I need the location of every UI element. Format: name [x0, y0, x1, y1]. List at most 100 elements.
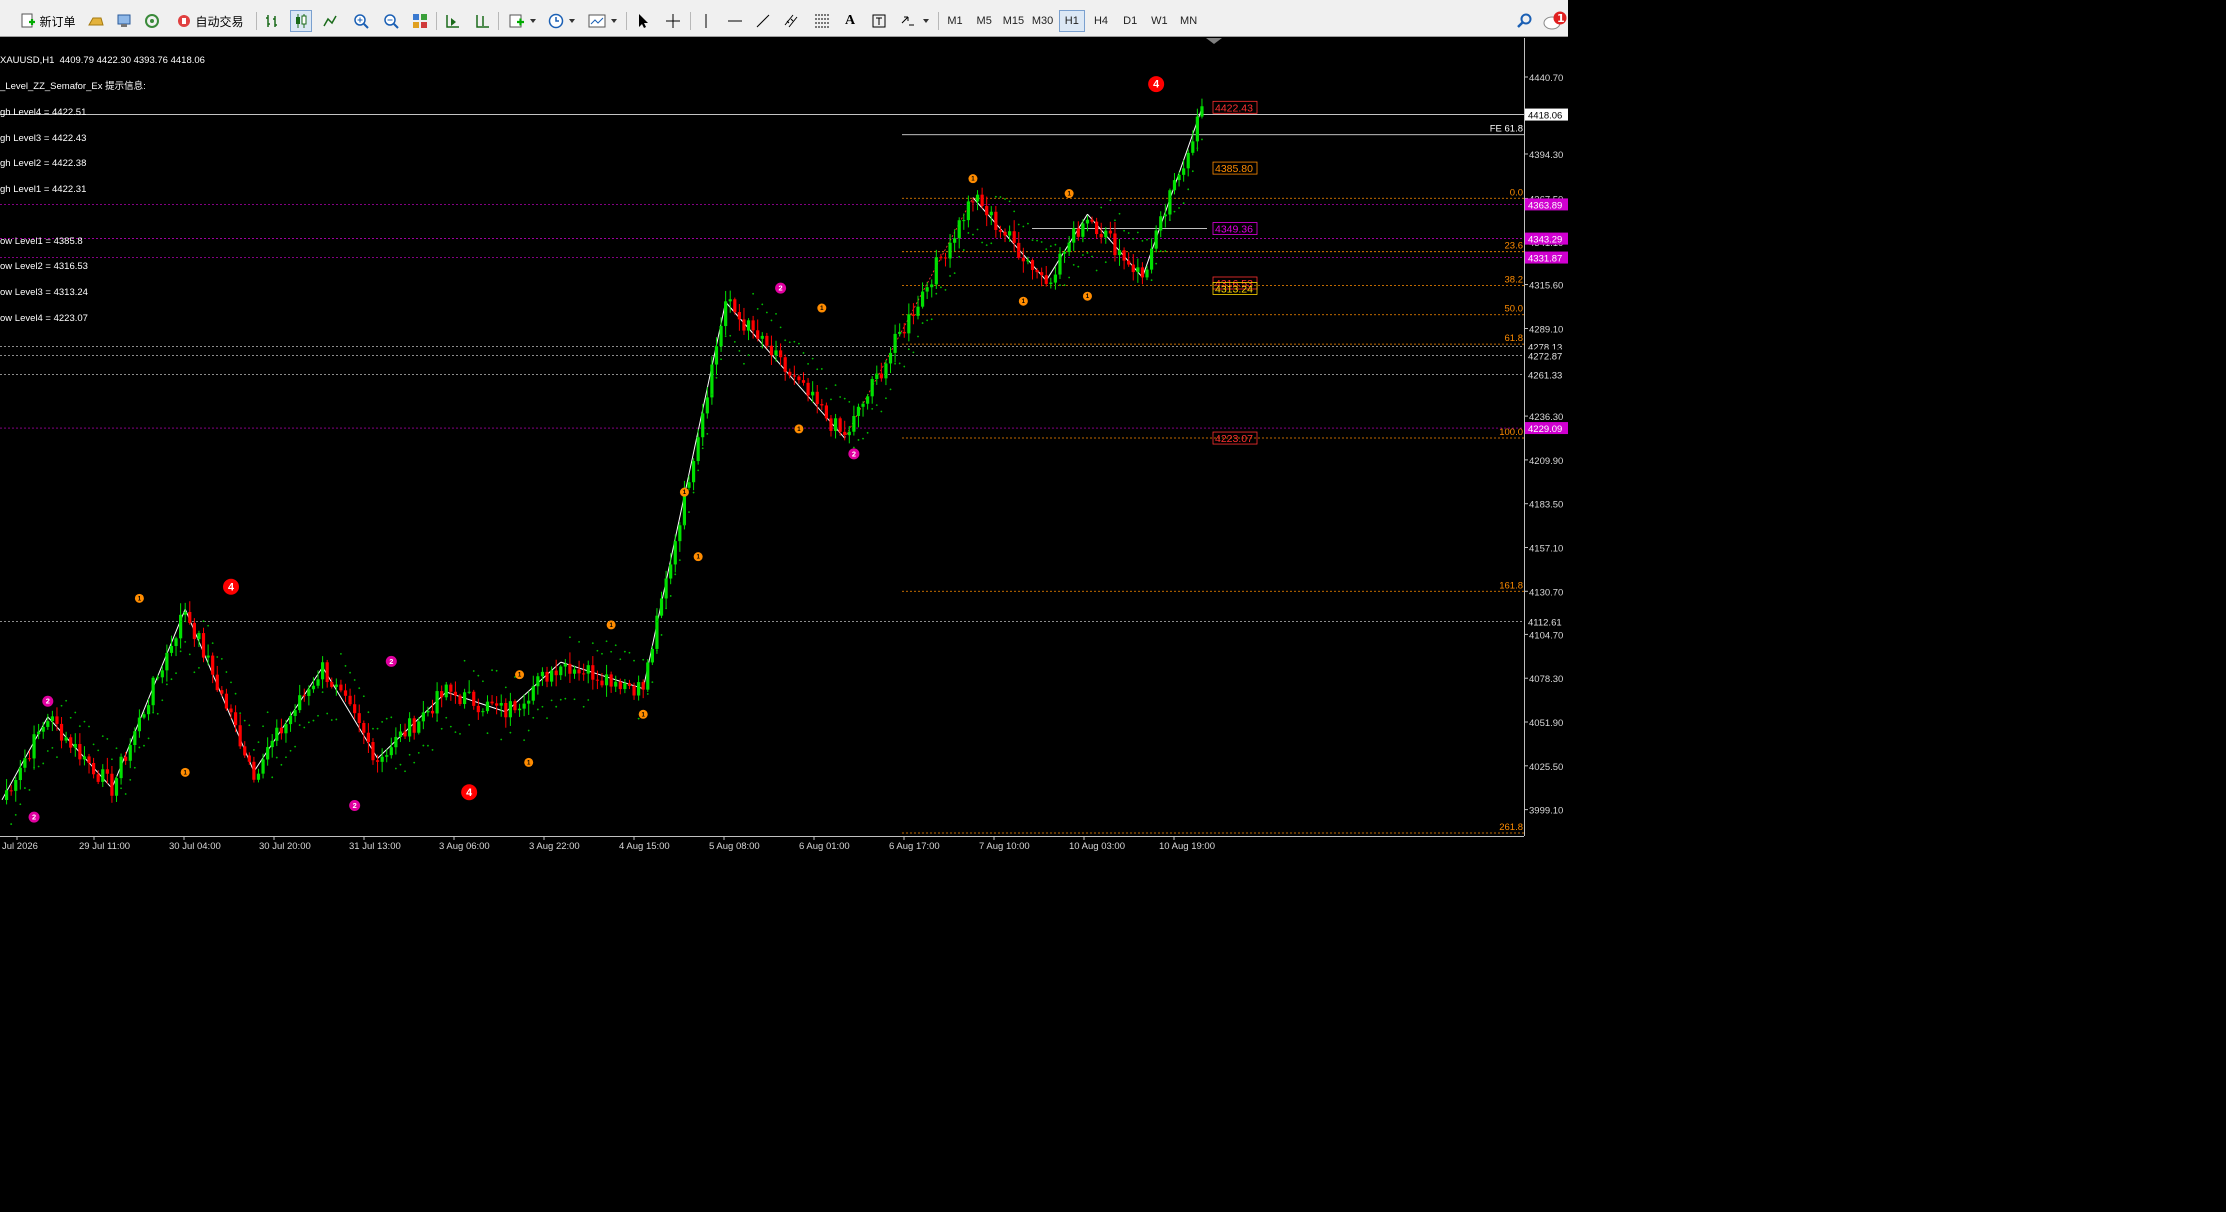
semafor-label: 2 — [779, 284, 783, 293]
sar-dot — [738, 350, 741, 352]
timeframe-m30-button[interactable]: M30 — [1030, 10, 1056, 32]
sar-dot — [701, 447, 704, 450]
candle-body — [252, 761, 256, 780]
sar-dot — [275, 756, 278, 759]
timeframe-d1-button[interactable]: D1 — [1117, 10, 1143, 32]
candle-body — [211, 655, 215, 675]
vertical-line-button[interactable] — [696, 10, 716, 32]
trendline-button[interactable] — [752, 10, 774, 32]
auto-trading-button[interactable]: 自动交易 — [170, 10, 250, 32]
sar-dot — [46, 750, 49, 752]
sar-dot — [138, 746, 141, 749]
timeframe-m5-button[interactable]: M5 — [971, 10, 997, 32]
indicators-dropdown[interactable] — [506, 10, 540, 32]
candle-body — [238, 725, 242, 747]
periods-dropdown[interactable] — [545, 10, 579, 32]
semafor-label: 2 — [852, 449, 856, 458]
semafor-label: 2 — [389, 657, 393, 666]
sar-dot — [280, 763, 283, 766]
equidistant-channel-button[interactable] — [780, 10, 804, 32]
data-window-button[interactable] — [114, 10, 134, 32]
text-tool-button[interactable]: A — [840, 10, 860, 32]
chart-shift-button[interactable] — [472, 10, 492, 32]
sar-dot — [811, 357, 814, 360]
candle-body — [224, 693, 229, 709]
candle-body — [527, 700, 531, 704]
crosshair-tool-button[interactable] — [662, 10, 684, 32]
chart-shift-icon — [476, 15, 489, 28]
horizontal-line-button[interactable] — [724, 10, 746, 32]
candle-body — [1035, 269, 1039, 273]
timeframe-m1-button[interactable]: M1 — [942, 10, 968, 32]
fibonacci-button[interactable] — [810, 10, 834, 32]
zoom-out-button[interactable] — [380, 10, 402, 32]
sar-dot — [165, 683, 168, 686]
candle-body — [957, 220, 961, 239]
bar-chart-button[interactable] — [262, 10, 282, 32]
candlestick-chart-button[interactable] — [290, 10, 312, 32]
timeframe-h1-button[interactable]: H1 — [1058, 10, 1085, 32]
candle-body — [1076, 228, 1080, 237]
sar-dot — [816, 368, 819, 371]
candle-body — [389, 747, 393, 756]
timeframe-h4-button[interactable]: H4 — [1088, 10, 1114, 32]
timeframe-m15-button[interactable]: M15 — [1000, 10, 1026, 32]
candle-body — [765, 335, 769, 346]
sar-dot — [697, 469, 700, 472]
candle-body — [572, 669, 577, 674]
timeframe-mn-button[interactable]: MN — [1176, 10, 1202, 32]
market-watch-button[interactable] — [86, 10, 106, 32]
level-line: ow Level4 = 4223.07 — [0, 313, 88, 324]
price-label-text: 4229.09 — [1528, 424, 1562, 435]
candle-body — [366, 732, 370, 743]
time-tick-label: 6 Aug 01:00 — [799, 841, 850, 852]
sar-dot — [326, 712, 329, 715]
candle-body — [614, 681, 618, 687]
sar-dot — [454, 731, 457, 734]
navigator-button[interactable] — [142, 10, 162, 32]
sar-dot — [445, 716, 448, 719]
sar-dot — [367, 711, 370, 714]
sar-dot — [495, 669, 498, 672]
tile-windows-button[interactable] — [410, 10, 430, 32]
candle-body — [618, 681, 622, 690]
fibonacci-level-label: 61.8 — [1505, 333, 1524, 344]
price-tick-label: 3999.10 — [1529, 806, 1563, 817]
text-label-button[interactable] — [868, 10, 890, 32]
level-line: gh Level3 = 4422.43 — [0, 132, 87, 144]
sar-dot — [1187, 188, 1190, 191]
templates-dropdown[interactable] — [586, 10, 620, 32]
sar-dot — [335, 718, 338, 721]
level-line: ow Level2 = 4316.53 — [0, 261, 88, 273]
arrows-dropdown[interactable] — [898, 10, 932, 32]
time-tick-label: 31 Jul 13:00 — [349, 841, 401, 852]
sar-dot — [898, 362, 901, 365]
candle-body — [550, 670, 554, 682]
candle-body — [1200, 106, 1204, 117]
search-button[interactable] — [1514, 10, 1536, 32]
candle-body — [192, 622, 196, 640]
sar-dot — [417, 751, 420, 754]
candle-body — [540, 671, 545, 677]
candle-body — [1090, 219, 1094, 222]
sar-dot — [669, 595, 672, 597]
sar-dot — [427, 744, 429, 747]
sar-dot — [385, 717, 388, 720]
candle-body — [18, 767, 22, 781]
notifications-button[interactable]: 1 — [1542, 10, 1568, 32]
search-icon — [1517, 13, 1532, 28]
auto-scroll-button[interactable] — [442, 10, 462, 32]
candle-body — [1067, 242, 1071, 252]
sar-dot — [330, 719, 333, 721]
new-order-button[interactable]: 新订单 — [14, 10, 82, 32]
sar-dot — [1077, 265, 1080, 268]
price-chart[interactable]: FE 61.8 0.0 23.6 38.2 50.0 61.8 100.0 161.8 261.… — [0, 38, 1568, 854]
zoom-in-button[interactable] — [350, 10, 372, 32]
candle-body — [183, 611, 187, 615]
sar-dot — [372, 727, 374, 730]
timeframe-w1-button[interactable]: W1 — [1146, 10, 1172, 32]
cursor-tool-button[interactable] — [632, 10, 654, 32]
candle-body — [412, 718, 416, 733]
sar-dot — [202, 620, 205, 622]
line-chart-button[interactable] — [320, 10, 340, 32]
